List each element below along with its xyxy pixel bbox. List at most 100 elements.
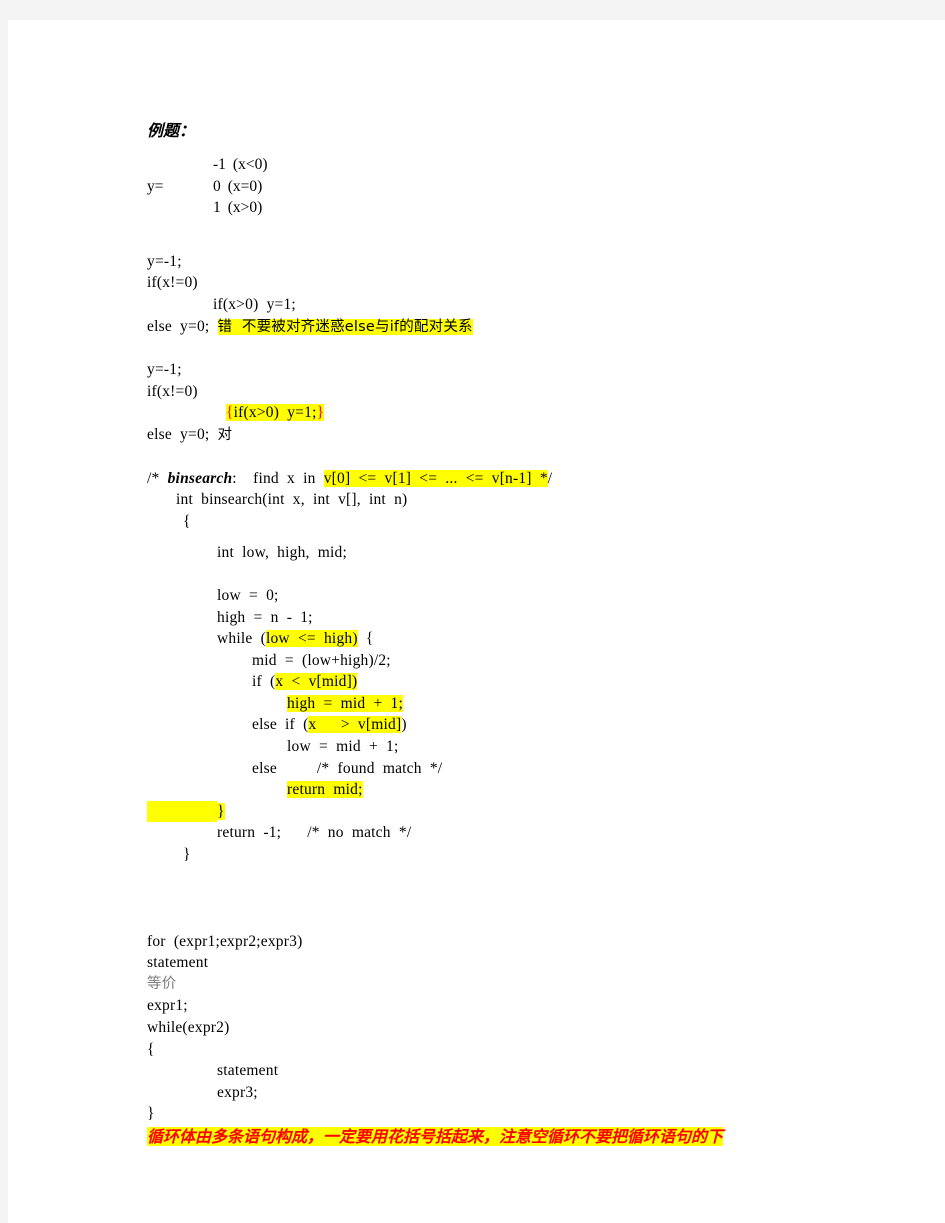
code-text: statement <box>217 1062 279 1080</box>
code-text: while ( <box>217 630 266 648</box>
code-line: } <box>147 844 945 866</box>
equivalence-label: 等价 <box>147 975 177 992</box>
piecewise-equation: -1 (x<0) y= 0 (x=0) 1 (x>0) <box>147 154 945 219</box>
forloop-warning-note: 循环体由多条语句构成，一定要用花括号括起来，注意空循环不要把循环语句的下 <box>147 1125 942 1150</box>
open-brace: { <box>226 404 234 422</box>
open-brace: { <box>183 512 191 530</box>
code-snippet-forloop: for (expr1;expr2;expr3) statement 等价 exp… <box>147 931 945 1125</box>
code-text: mid = (low+high)/2; <box>252 651 391 669</box>
code-line: expr3; <box>147 1082 945 1104</box>
code-text: if(x>0) y=1; <box>233 404 317 422</box>
code-text: low = 0; <box>217 586 279 604</box>
code-line: if(x>0) y=1; <box>147 294 945 316</box>
code-text: if(x>0) y=1; <box>213 295 296 313</box>
code-line: return -1; /* no match */ <box>147 822 945 844</box>
comment-mid: : find x in <box>232 469 324 487</box>
equation-row-1: -1 (x<0) <box>147 154 945 176</box>
code-line: y=-1; <box>147 361 182 379</box>
code-text: ) <box>401 716 407 734</box>
page-title: 例题： <box>147 123 196 140</box>
code-line-close-while: } <box>147 800 945 823</box>
else-keyword: else <box>252 759 277 777</box>
comment-tail: / <box>547 469 553 487</box>
code-line: { <box>147 1040 155 1058</box>
code-line-while: while (low <= high) { <box>147 628 945 650</box>
inline-comment: /* no match */ <box>307 824 412 842</box>
code-line-elseif: else if (x > v[mid]) <box>147 714 945 736</box>
function-name: binsearch <box>167 469 233 487</box>
code-line: statement <box>147 1060 945 1082</box>
code-line: else y=0; 对 <box>147 424 945 447</box>
code-line: } <box>147 1105 155 1123</box>
code-line: statement <box>147 954 209 972</box>
code-text: return -1; <box>217 824 282 842</box>
equation-value-3: 1 <box>213 199 221 217</box>
code-line: high = mid + 1; <box>147 693 945 715</box>
code-line: high = n - 1; <box>147 607 945 629</box>
document-page: 例题： -1 (x<0) y= 0 (x=0) 1 (x>0) y=-1; if(x!=… <box>8 20 945 1223</box>
variable-declaration: int low, high, mid; <box>217 544 347 562</box>
code-text: else if ( <box>252 716 309 734</box>
equation-condition-1: (x<0) <box>232 156 268 173</box>
warning-text: 循环体由多条语句构成，一定要用花括号括起来，注意空循环不要把循环语句的下 <box>147 1126 724 1146</box>
code-line: low = 0; <box>147 585 945 607</box>
function-signature: int binsearch(int x, int v[], int n) <box>176 491 408 509</box>
comment-highlighted: v[0] <= v[1] <= ... <= v[n-1] * <box>323 469 548 487</box>
elseif-condition-highlighted: x > v[mid] <box>308 716 402 734</box>
code-text: expr3; <box>217 1083 258 1101</box>
code-line: int low, high, mid; <box>147 542 945 564</box>
code-text: { <box>357 630 374 648</box>
equation-condition-2: (x=0) <box>227 177 263 195</box>
code-line-if: if (x < v[mid]) <box>147 671 945 693</box>
annotation-wrong: 错 不要被对齐迷惑else与if的配对关系 <box>217 318 473 335</box>
code-line: if(x!=0) <box>147 382 198 400</box>
comment-prefix: /* <box>147 469 168 487</box>
code-text: else y=0; <box>147 425 218 443</box>
annotation-right: 对 <box>217 426 233 443</box>
close-brace: } <box>183 846 191 864</box>
equation-lhs: y= <box>147 177 164 195</box>
equation-value-1: -1 <box>213 156 226 173</box>
equation-condition-3: (x>0) <box>227 199 263 217</box>
document-content: 例题： -1 (x<0) y= 0 (x=0) 1 (x>0) y=-1; if(x!=… <box>147 120 945 1150</box>
code-text: if ( <box>252 673 276 691</box>
code-line: low = mid + 1; <box>147 736 945 758</box>
code-line-else: else /* found match */ <box>147 758 945 780</box>
code-line: y=-1; <box>147 252 182 270</box>
code-line: int binsearch(int x, int v[], int n) <box>147 489 945 511</box>
code-text: high = n - 1; <box>217 608 313 626</box>
close-brace-highlighted: } <box>217 802 225 820</box>
close-brace: } <box>316 404 325 422</box>
code-line: { <box>147 511 945 533</box>
code-line: while(expr2) <box>147 1019 230 1036</box>
code-snippet-right: y=-1; if(x!=0) {if(x>0) y=1;} else y=0; … <box>147 359 945 446</box>
code-text: else y=0; <box>147 317 218 335</box>
code-snippet-binsearch: /* binsearch: find x in v[0] <= v[1] <= … <box>147 468 945 866</box>
code-line: if(x!=0) <box>147 274 198 292</box>
code-line: {if(x>0) y=1;} <box>147 402 945 424</box>
code-line: else y=0; 错 不要被对齐迷惑else与if的配对关系 <box>147 316 945 339</box>
return-mid-highlighted: return mid; <box>287 781 363 799</box>
highlight-pad <box>147 800 217 823</box>
code-line: for (expr1;expr2;expr3) <box>147 932 303 950</box>
code-snippet-wrong: y=-1; if(x!=0) if(x>0) y=1; else y=0; 错 … <box>147 251 945 338</box>
binsearch-comment-line: /* binsearch: find x in v[0] <= v[1] <= … <box>147 468 945 490</box>
while-condition-highlighted: low <= high) <box>265 630 358 648</box>
equation-value-2: 0 <box>213 177 221 195</box>
equation-row-3: 1 (x>0) <box>147 197 945 219</box>
if-condition-highlighted: x < v[mid]) <box>275 673 358 691</box>
code-text: low = mid + 1; <box>287 738 399 756</box>
high-assignment-highlighted: high = mid + 1; <box>287 694 404 712</box>
code-line: expr1; <box>147 997 188 1015</box>
code-line: return mid; <box>147 779 945 801</box>
equation-row-2: y= 0 (x=0) <box>147 176 945 198</box>
code-line: mid = (low+high)/2; <box>147 650 945 672</box>
